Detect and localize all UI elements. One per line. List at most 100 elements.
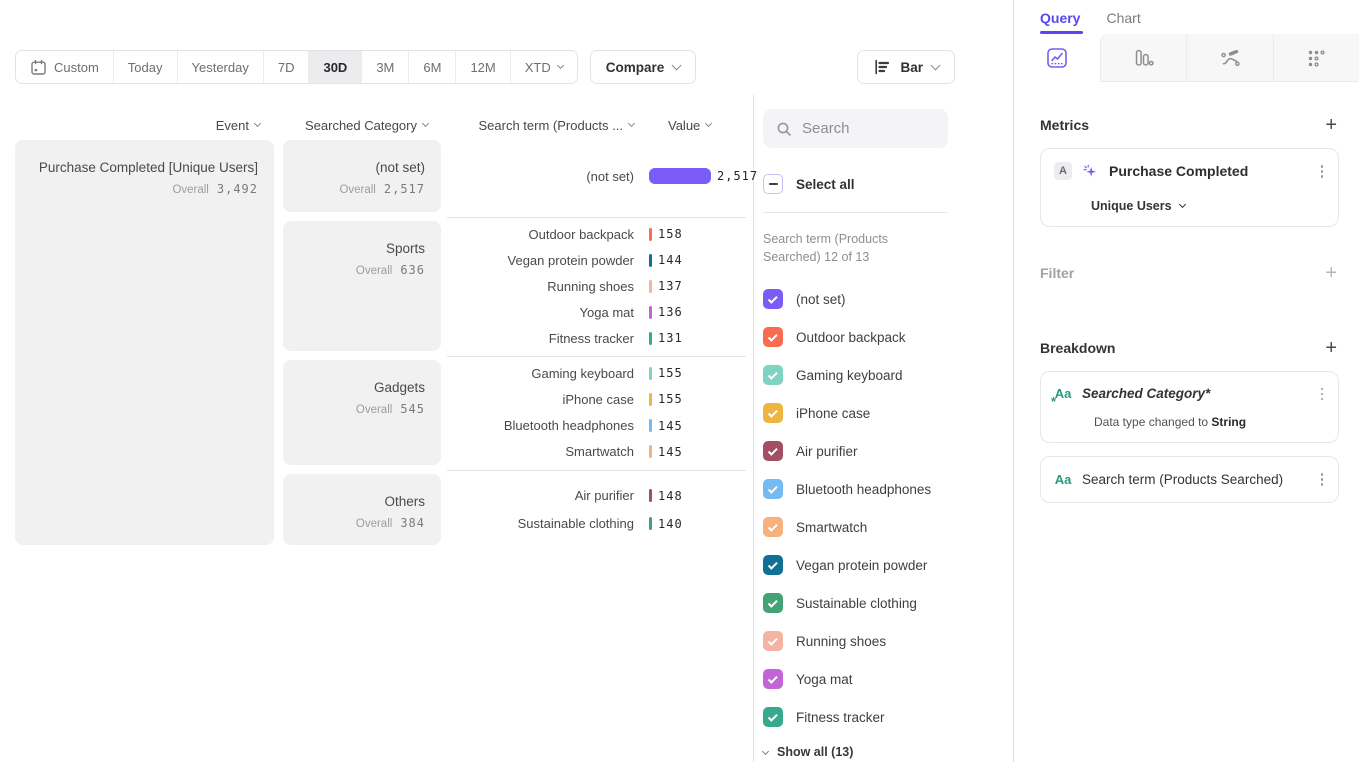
check-icon <box>767 370 777 380</box>
category-cell[interactable]: GadgetsOverall545 <box>283 360 441 465</box>
term-rows: (not set)2,517 <box>447 140 758 212</box>
legend-item[interactable]: iPhone case <box>763 394 1013 432</box>
add-metric-button[interactable]: + <box>1323 115 1339 135</box>
term-row[interactable]: Gaming keyboard155 <box>447 360 746 386</box>
compare-button[interactable]: Compare <box>590 50 697 84</box>
term-row[interactable]: Fitness tracker131 <box>447 325 746 351</box>
legend-item[interactable]: Yoga mat <box>763 660 1013 698</box>
term-row[interactable]: Vegan protein powder144 <box>447 247 746 273</box>
date-range-xtd[interactable]: XTD <box>511 51 577 83</box>
date-range-label: Today <box>128 60 163 75</box>
event-cell[interactable]: Purchase Completed [Unique Users] Overal… <box>15 140 274 545</box>
select-all-row[interactable]: Select all <box>763 174 1013 194</box>
date-range-6m[interactable]: 6M <box>409 51 456 83</box>
metric-card[interactable]: A Purchase Completed Unique Users <box>1040 148 1339 227</box>
legend-checkbox[interactable] <box>763 327 783 347</box>
value-bar <box>649 445 652 458</box>
term-value: 145 <box>658 419 683 433</box>
date-range-today[interactable]: Today <box>114 51 178 83</box>
date-range-12m[interactable]: 12M <box>456 51 510 83</box>
overall-value: 545 <box>400 402 425 416</box>
add-filter-button[interactable]: + <box>1323 263 1339 283</box>
date-range-7d[interactable]: 7D <box>264 51 310 83</box>
date-range-custom[interactable]: Custom <box>16 51 114 83</box>
filter-section-header: Filter + <box>1040 263 1339 283</box>
legend-checkbox[interactable] <box>763 593 783 613</box>
tab-funnels[interactable] <box>1100 34 1187 82</box>
select-all-checkbox[interactable] <box>763 174 783 194</box>
legend-item[interactable]: (not set) <box>763 280 1013 318</box>
legend-item[interactable]: Sustainable clothing <box>763 584 1013 622</box>
column-header-searched-category[interactable]: Searched Category <box>305 118 428 133</box>
measure-label: Unique Users <box>1091 199 1172 213</box>
measure-dropdown[interactable]: Unique Users <box>1091 199 1326 213</box>
term-row[interactable]: Yoga mat 136 <box>447 299 746 325</box>
date-range-3m[interactable]: 3M <box>362 51 409 83</box>
legend-checkbox[interactable] <box>763 403 783 423</box>
query-panel: Query Chart <box>1013 0 1359 762</box>
term-row[interactable]: Sustainable clothing140 <box>447 510 746 538</box>
add-breakdown-button[interactable]: + <box>1323 338 1339 358</box>
column-header-value[interactable]: Value <box>668 118 711 133</box>
term-row[interactable]: Smartwatch145 <box>447 439 746 465</box>
metric-badge: A <box>1054 162 1072 180</box>
legend-item-label: Yoga mat <box>796 672 853 687</box>
legend-checkbox[interactable] <box>763 365 783 385</box>
legend-checkbox[interactable] <box>763 555 783 575</box>
tab-retention[interactable] <box>1273 34 1359 82</box>
chevron-down-icon <box>628 120 635 127</box>
legend-item-label: Smartwatch <box>796 520 867 535</box>
category-cell[interactable]: SportsOverall636 <box>283 221 441 351</box>
legend-checkbox[interactable] <box>763 707 783 727</box>
category-cell[interactable]: (not set)Overall2,517 <box>283 140 441 212</box>
more-options-icon[interactable] <box>1318 385 1327 404</box>
legend-item[interactable]: Gaming keyboard <box>763 356 1013 394</box>
date-range-yesterday[interactable]: Yesterday <box>178 51 264 83</box>
legend-checkbox[interactable] <box>763 669 783 689</box>
term-row[interactable]: Bluetooth headphones145 <box>447 413 746 439</box>
term-label: Yoga mat <box>447 305 634 320</box>
category-cell[interactable]: OthersOverall384 <box>283 474 441 545</box>
breakdown-card[interactable]: AaSearch term (Products Searched) <box>1040 456 1339 503</box>
column-header-label: Value <box>668 118 700 133</box>
value-bar <box>649 489 652 502</box>
column-header-search-term[interactable]: Search term (Products ... <box>479 118 635 133</box>
tab-flows[interactable] <box>1186 34 1273 82</box>
term-value: 136 <box>658 305 683 319</box>
breakdown-card[interactable]: AaSearched Category*Data type changed to… <box>1040 371 1339 444</box>
show-all-button[interactable]: Show all (13) <box>763 745 1013 759</box>
breakdown-heading: Breakdown <box>1040 340 1115 356</box>
legend-item[interactable]: Smartwatch <box>763 508 1013 546</box>
more-options-icon[interactable] <box>1318 162 1327 181</box>
term-row[interactable]: (not set)2,517 <box>447 162 758 190</box>
legend-checkbox[interactable] <box>763 517 783 537</box>
legend-checkbox[interactable] <box>763 441 783 461</box>
tab-insights[interactable] <box>1014 34 1100 82</box>
term-row[interactable]: iPhone case155 <box>447 386 746 412</box>
category-group: OthersOverall384Air purifier148Sustainab… <box>283 474 746 545</box>
term-row[interactable]: Air purifier148 <box>447 482 746 510</box>
chart-type-button[interactable]: Bar <box>857 50 955 84</box>
term-value: 131 <box>658 331 683 345</box>
more-options-icon[interactable] <box>1318 470 1327 489</box>
search-input[interactable] <box>802 120 942 137</box>
legend-item[interactable]: Running shoes <box>763 622 1013 660</box>
legend-checkbox[interactable] <box>763 479 783 499</box>
column-header-event[interactable]: Event <box>216 118 260 133</box>
tab-chart[interactable]: Chart <box>1106 10 1140 34</box>
legend-item[interactable]: Fitness tracker <box>763 698 1013 736</box>
term-row[interactable]: Outdoor backpack158 <box>447 221 746 247</box>
legend-item[interactable]: Air purifier <box>763 432 1013 470</box>
term-rows: Gaming keyboard155iPhone case155Bluetoot… <box>447 360 746 465</box>
legend-item[interactable]: Bluetooth headphones <box>763 470 1013 508</box>
legend-checkbox[interactable] <box>763 631 783 651</box>
date-range-30d[interactable]: 30D <box>309 51 362 83</box>
tab-query[interactable]: Query <box>1040 10 1080 34</box>
legend-checkbox[interactable] <box>763 289 783 309</box>
term-row[interactable]: Running shoes137 <box>447 273 746 299</box>
overall-label: Overall <box>172 184 208 196</box>
legend-item[interactable]: Outdoor backpack <box>763 318 1013 356</box>
legend-item[interactable]: Vegan protein powder <box>763 546 1013 584</box>
group-divider <box>447 470 746 471</box>
legend-search[interactable] <box>763 109 948 148</box>
